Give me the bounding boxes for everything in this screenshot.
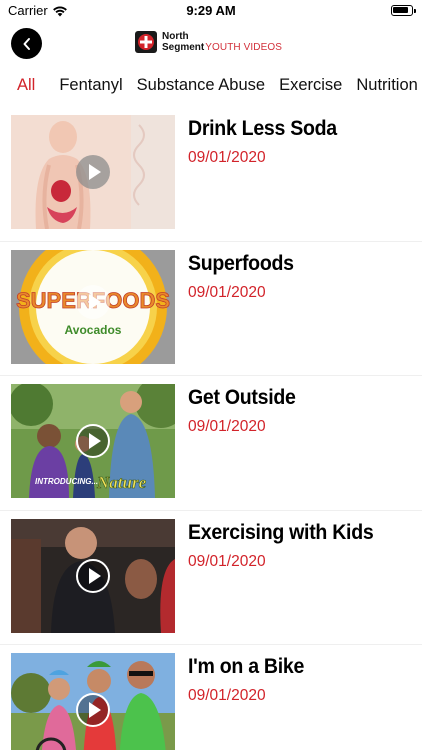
video-title: Exercising with Kids [188,520,374,544]
play-icon[interactable] [76,693,110,727]
video-item-get-outside[interactable]: INTRODUCING... Nature Get Outside 09/01/… [0,376,422,511]
tab-substance-abuse[interactable]: Substance Abuse [130,72,272,100]
play-icon[interactable] [76,424,110,458]
thumb-caption: INTRODUCING... [35,477,98,486]
logo-north: North [162,31,189,42]
video-date: 09/01/2020 [188,687,266,704]
video-title: I'm on a Bike [188,655,305,678]
logo-mark-icon [135,31,157,53]
logo-segment: Segment [162,42,205,53]
status-bar: Carrier 9:29 AM [0,0,422,22]
video-item-drink-less-soda[interactable]: Drink Less Soda 09/01/2020 [0,107,422,242]
status-time: 9:29 AM [186,3,236,18]
video-item-exercising-with-kids[interactable]: Exercising with Kids 09/01/2020 [0,511,422,645]
video-thumbnail: SUPERFOODS Avocados [11,249,175,364]
video-item-im-on-a-bike[interactable]: I'm on a Bike 09/01/2020 [0,645,422,750]
video-thumbnail: INTRODUCING... Nature [11,384,175,498]
header: North Segment YOUTH VIDEOS [0,26,422,62]
back-button[interactable] [11,28,42,59]
video-thumbnail [11,115,175,229]
video-list: Drink Less Soda 09/01/2020 SUPERFOODS Av… [0,107,422,750]
battery-icon [391,5,416,16]
logo-text: North Segment YOUTH VIDEOS [162,31,282,53]
video-title: Get Outside [188,386,296,409]
video-date: 09/01/2020 [188,552,266,570]
video-date: 09/01/2020 [188,149,266,166]
video-item-superfoods[interactable]: SUPERFOODS Avocados Superfoods 09/01/202… [0,242,422,376]
tab-fentanyl[interactable]: Fentanyl [52,72,129,100]
tab-all[interactable]: All [0,72,52,100]
video-title: Drink Less Soda [188,117,337,140]
tab-exercise[interactable]: Exercise [272,72,349,100]
video-date: 09/01/2020 [188,283,266,301]
category-tabs: All Fentanyl Substance Abuse Exercise Nu… [0,72,422,100]
video-date: 09/01/2020 [188,418,266,435]
thumb-caption-2: Nature [96,473,147,492]
video-title: Superfoods [188,251,294,275]
thumb-caption: Avocados [65,323,122,337]
play-icon[interactable] [76,558,110,593]
logo-youth-videos: YOUTH VIDEOS [205,42,283,53]
chevron-left-icon [23,37,30,50]
tab-nutrition[interactable]: Nutrition [349,72,422,100]
play-icon[interactable] [76,155,110,189]
app-logo: North Segment YOUTH VIDEOS [134,30,282,54]
play-icon[interactable] [76,284,110,319]
video-thumbnail [11,518,175,633]
video-thumbnail [11,653,175,750]
